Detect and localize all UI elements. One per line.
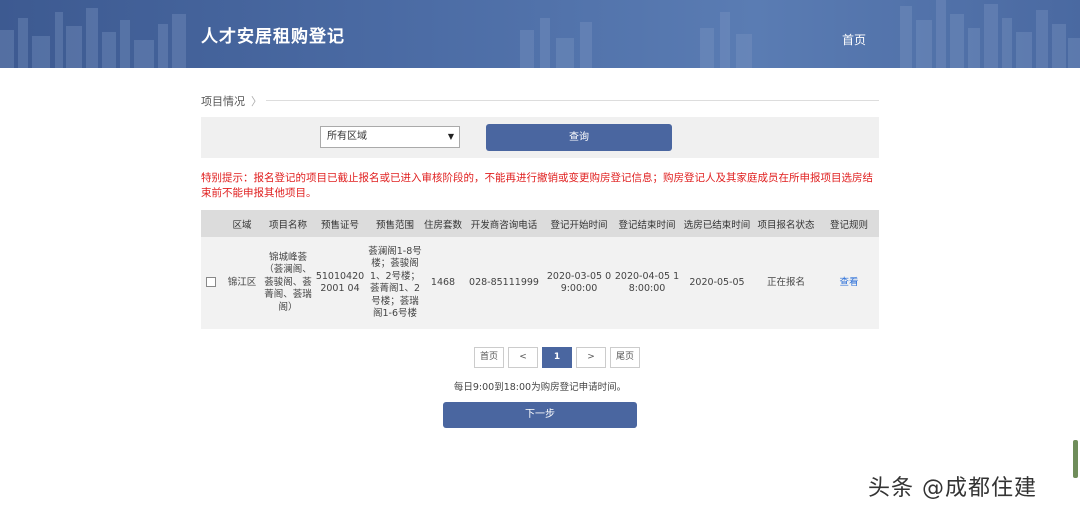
header-units: 住房套数 <box>423 219 462 231</box>
header-selection-end: 选房已结束时间 <box>683 219 751 231</box>
header-presale-no: 预售证号 <box>320 219 359 231</box>
header-checkbox-col <box>201 210 221 237</box>
view-rules-link[interactable]: 查看 <box>839 277 858 288</box>
filter-bar: 所有区域 ▼ 查询 <box>201 117 879 158</box>
cell-phone: 028-85111999 <box>469 276 539 288</box>
registration-hours-note: 每日9:00到18:00为购房登记申请时间。 <box>453 382 627 393</box>
cell-region: 锦江区 <box>227 276 257 288</box>
chevron-right-icon: 〉 <box>251 95 262 108</box>
header-reg-start: 登记开始时间 <box>550 219 608 231</box>
header-presale-scope: 预售范围 <box>375 219 414 231</box>
page-first-button[interactable]: 首页 <box>474 347 505 368</box>
cell-units: 1468 <box>430 276 456 288</box>
page-current-button[interactable]: 1 <box>542 347 573 368</box>
cell-status: 正在报名 <box>766 276 805 288</box>
header-region: 区域 <box>232 219 252 231</box>
scrollbar-thumb[interactable] <box>1073 440 1078 478</box>
header-project-name: 项目名称 <box>268 219 307 231</box>
query-button[interactable]: 查询 <box>486 124 672 151</box>
breadcrumb-divider <box>266 100 879 101</box>
table-header-row: 区域 项目名称 预售证号 预售范围 住房套数 开发商咨询电话 登记开始时间 登记… <box>201 210 879 237</box>
breadcrumb: 项目情况 〉 <box>201 93 262 109</box>
project-table: 区域 项目名称 预售证号 预售范围 住房套数 开发商咨询电话 登记开始时间 登记… <box>201 210 879 329</box>
cell-selection-end: 2020-05-05 <box>689 276 745 288</box>
header-rules: 登记规则 <box>829 219 868 231</box>
nav-home-link[interactable]: 首页 <box>842 31 866 48</box>
region-select[interactable]: 所有区域 ▼ <box>320 126 460 148</box>
page-prev-button[interactable]: < <box>508 347 539 368</box>
city-skyline-decoration <box>0 0 1080 68</box>
cell-presale-scope: 荟澜阁1-8号楼；荟骏阁1、2号楼；荟菁阁1、2号楼；荟瑞阁1-6号楼 <box>368 245 422 320</box>
row-checkbox-cell <box>201 237 221 329</box>
page-next-button[interactable]: > <box>576 347 607 368</box>
site-header: 人才安居租购登记 首页 <box>0 0 1080 68</box>
watermark-text: 头条 @成都住建 <box>868 476 1037 501</box>
site-title: 人才安居租购登记 <box>201 27 345 47</box>
page-last-button[interactable]: 尾页 <box>610 347 641 368</box>
row-checkbox[interactable] <box>206 277 216 288</box>
breadcrumb-label: 项目情况 <box>201 95 245 108</box>
header-phone: 开发商咨询电话 <box>470 219 538 231</box>
header-reg-end: 登记结束时间 <box>618 219 676 231</box>
special-notice: 特别提示：报名登记的项目已截止报名或已进入审核阶段的，不能再进行撤销或变更购房登… <box>201 172 873 199</box>
cell-reg-end: 2020-04-05 18:00:00 <box>614 270 680 295</box>
cell-project-name: 锦城峰荟（荟澜阁、荟骏阁、荟菁阁、荟瑞阁） <box>264 251 312 313</box>
table-row: 锦江区 锦城峰荟（荟澜阁、荟骏阁、荟菁阁、荟瑞阁） 510104202001 0… <box>201 237 879 329</box>
cell-rules: 查看 <box>819 237 879 329</box>
header-status: 项目报名状态 <box>757 219 815 231</box>
pagination: 首页 < 1 > 尾页 <box>474 347 641 368</box>
caret-down-icon: ▼ <box>447 132 454 141</box>
cell-reg-start: 2020-03-05 09:00:00 <box>546 270 612 295</box>
region-select-value: 所有区域 <box>327 131 367 142</box>
cell-presale-no: 510104202001 04 <box>315 270 365 295</box>
next-step-button[interactable]: 下一步 <box>443 402 637 428</box>
